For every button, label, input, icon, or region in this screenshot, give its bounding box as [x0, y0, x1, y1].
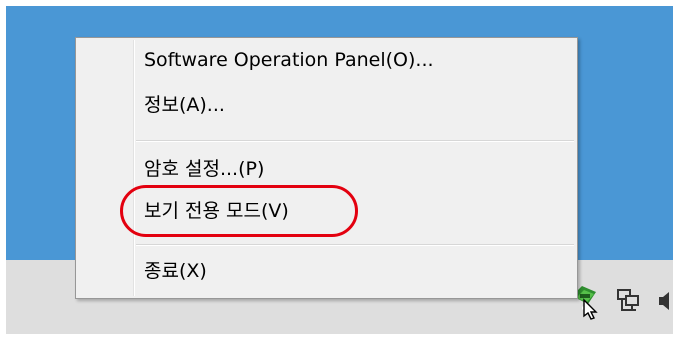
menu-separator [136, 244, 574, 246]
network-icon[interactable] [616, 288, 642, 314]
menu-item-info[interactable]: 정보(A)... [144, 93, 225, 117]
volume-icon[interactable] [656, 288, 673, 314]
menu-item-software-operation-panel[interactable]: Software Operation Panel(O)... [144, 48, 434, 72]
screen: Software Operation Panel(O)... 정보(A)... … [0, 0, 673, 338]
menu-item-password-settings[interactable]: 암호 설정...(P) [144, 157, 264, 181]
menu-item-exit[interactable]: 종료(X) [144, 259, 207, 283]
menu-gutter [133, 40, 135, 296]
highlight-annotation [120, 185, 358, 237]
context-menu: Software Operation Panel(O)... 정보(A)... … [75, 37, 578, 299]
menu-separator [136, 140, 574, 142]
